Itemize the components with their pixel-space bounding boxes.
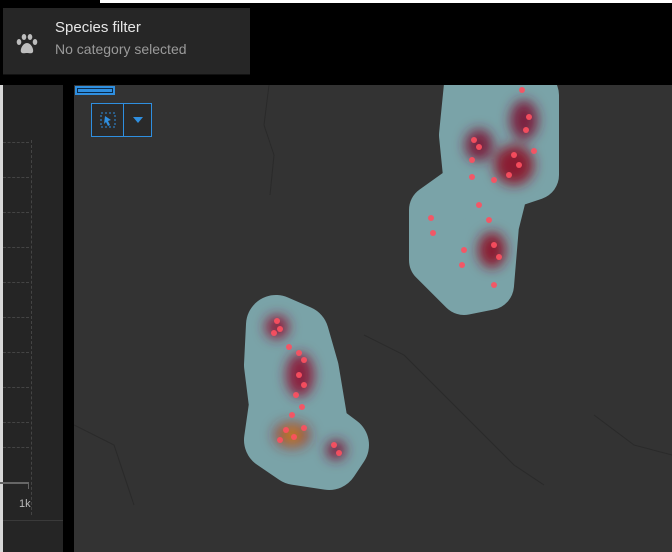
- species-filter-card[interactable]: Species filter No category selected: [3, 8, 250, 75]
- panel-divider: [3, 520, 63, 521]
- boundary-lines: [74, 85, 672, 506]
- x-axis: [0, 482, 29, 489]
- gridline: [3, 282, 29, 283]
- gridline: [3, 447, 29, 448]
- paw-icon: [16, 34, 38, 54]
- gridline-vertical: [31, 140, 32, 515]
- lasso-select-icon: [100, 112, 116, 128]
- filter-title: Species filter: [55, 19, 141, 36]
- heatmap-layer: [74, 85, 672, 506]
- gridline: [3, 142, 29, 143]
- gridline: [3, 317, 29, 318]
- selection-tool: [91, 103, 152, 137]
- gridline: [3, 212, 29, 213]
- select-by-lasso-button[interactable]: [92, 104, 123, 136]
- map-view[interactable]: [74, 85, 672, 552]
- gridline: [3, 387, 29, 388]
- filter-subtitle: No category selected: [55, 41, 187, 57]
- gridline: [3, 352, 29, 353]
- chevron-down-icon: [132, 117, 143, 123]
- gridline: [3, 422, 29, 423]
- gridline: [3, 177, 29, 178]
- panel-resize-handle[interactable]: [75, 86, 115, 95]
- axis-tick-label: 1k: [19, 498, 31, 510]
- top-strip: [100, 0, 672, 3]
- selection-dropdown-button[interactable]: [123, 104, 151, 136]
- heat-halo: [244, 85, 559, 490]
- gridline: [3, 247, 29, 248]
